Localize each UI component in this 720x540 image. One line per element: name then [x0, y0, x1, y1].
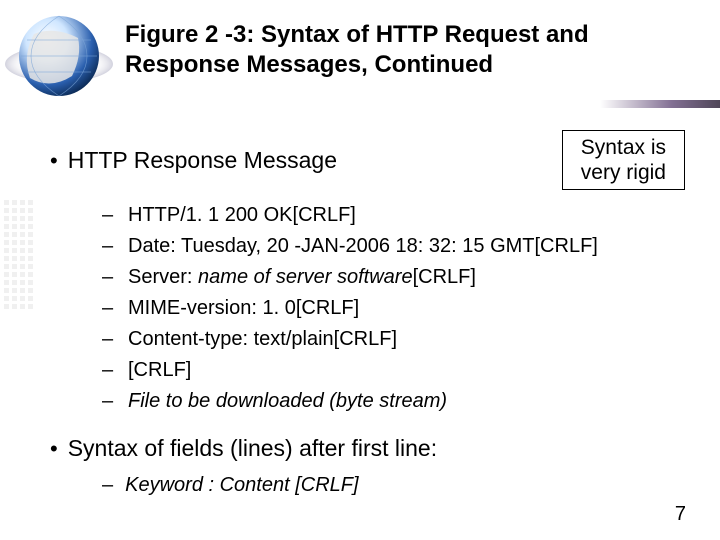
list-item-text: MIME-version: 1. 0[CRLF]	[128, 293, 359, 324]
dash-icon: –	[102, 355, 116, 386]
globe-icon	[4, 6, 114, 116]
response-sublist: –HTTP/1. 1 200 OK[CRLF]–Date: Tuesday, 2…	[102, 200, 690, 417]
bullet-dot-icon: •	[50, 438, 58, 460]
list-item-text: Keyword : Content [CRLF]	[125, 470, 358, 500]
bullet-syntax-fields: • Syntax of fields (lines) after first l…	[50, 435, 690, 462]
bullet1-text: HTTP Response Message	[68, 147, 337, 174]
callout-box: Syntax is very rigid	[562, 130, 685, 190]
dash-icon: –	[102, 262, 116, 293]
callout-line2: very rigid	[581, 160, 666, 185]
list-item-text: Content-type: text/plain[CRLF]	[128, 324, 397, 355]
list-item: –Date: Tuesday, 20 -JAN-2006 18: 32: 15 …	[102, 231, 690, 262]
list-item: –File to be downloaded (byte stream)	[102, 386, 690, 417]
list-item-text: Date: Tuesday, 20 -JAN-2006 18: 32: 15 G…	[128, 231, 598, 262]
dash-icon: –	[102, 293, 116, 324]
decorative-grid	[4, 200, 34, 312]
dash-icon: –	[102, 470, 113, 500]
bullet-http-response: • HTTP Response Message	[50, 147, 337, 174]
callout-line1: Syntax is	[581, 135, 666, 160]
bullet2-text: Syntax of fields (lines) after first lin…	[68, 435, 437, 462]
list-item-text: HTTP/1. 1 200 OK[CRLF]	[128, 200, 356, 231]
list-item: –MIME-version: 1. 0[CRLF]	[102, 293, 690, 324]
list-item-text: [CRLF]	[128, 355, 191, 386]
dash-icon: –	[102, 200, 116, 231]
page-number: 7	[675, 503, 686, 526]
list-item-text: File to be downloaded (byte stream)	[128, 386, 447, 417]
decorative-accent	[600, 100, 720, 108]
list-item: –HTTP/1. 1 200 OK[CRLF]	[102, 200, 690, 231]
list-item: –Content-type: text/plain[CRLF]	[102, 324, 690, 355]
list-item: –Server: name of server software[CRLF]	[102, 262, 690, 293]
slide-title: Figure 2 -3: Syntax of HTTP Request and …	[125, 20, 685, 80]
syntax-sublist: –Keyword : Content [CRLF]	[102, 470, 690, 500]
bullet-dot-icon: •	[50, 150, 58, 172]
list-item: –Keyword : Content [CRLF]	[102, 470, 690, 500]
dash-icon: –	[102, 231, 116, 262]
dash-icon: –	[102, 386, 116, 417]
dash-icon: –	[102, 324, 116, 355]
list-item: –[CRLF]	[102, 355, 690, 386]
list-item-text: Server: name of server software[CRLF]	[128, 262, 476, 293]
